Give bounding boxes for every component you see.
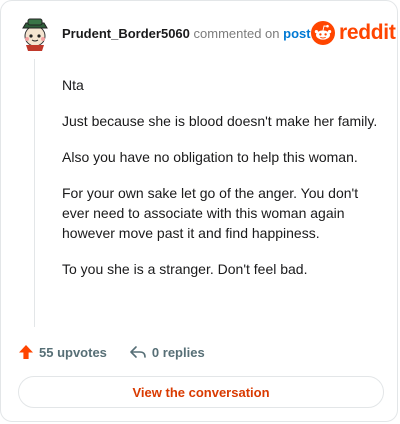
reddit-snoo-icon bbox=[311, 21, 335, 45]
comment-body: Nta Just because she is blood doesn't ma… bbox=[62, 75, 382, 295]
upvote-arrow-icon bbox=[19, 345, 33, 359]
brand-wordmark: reddit bbox=[339, 21, 396, 44]
action-text: commented on bbox=[193, 26, 280, 41]
comment-paragraph: Nta bbox=[62, 77, 84, 93]
reply-count: 0 replies bbox=[151, 344, 205, 360]
comment-paragraph: Just because she is blood doesn't make h… bbox=[62, 113, 378, 129]
snoo-avatar-icon bbox=[22, 18, 48, 51]
reply-arrow-icon bbox=[130, 346, 146, 358]
thread-line bbox=[34, 59, 35, 327]
comment-actions: 55 upvotes 0 replies bbox=[18, 342, 205, 362]
comment-header: Prudent_Border5060 commented on post bbox=[62, 26, 311, 42]
reply-button[interactable]: 0 replies bbox=[129, 344, 205, 360]
comment-card: Prudent_Border5060 commented on post red… bbox=[0, 0, 398, 422]
comment-paragraph: For your own sake let go of the anger. Y… bbox=[62, 185, 359, 241]
comment-paragraph: To you she is a stranger. Don't feel bad… bbox=[62, 261, 308, 277]
upvote-button[interactable]: 55 upvotes bbox=[18, 344, 107, 360]
comment-paragraph: Also you have no obligation to help this… bbox=[62, 149, 358, 165]
view-conversation-button[interactable]: View the conversation bbox=[18, 376, 384, 408]
reddit-logo[interactable]: reddit bbox=[311, 21, 396, 45]
post-link[interactable]: post bbox=[283, 26, 310, 41]
username[interactable]: Prudent_Border5060 bbox=[62, 26, 190, 41]
user-avatar[interactable] bbox=[18, 17, 52, 51]
upvote-count: 55 upvotes bbox=[39, 344, 107, 360]
